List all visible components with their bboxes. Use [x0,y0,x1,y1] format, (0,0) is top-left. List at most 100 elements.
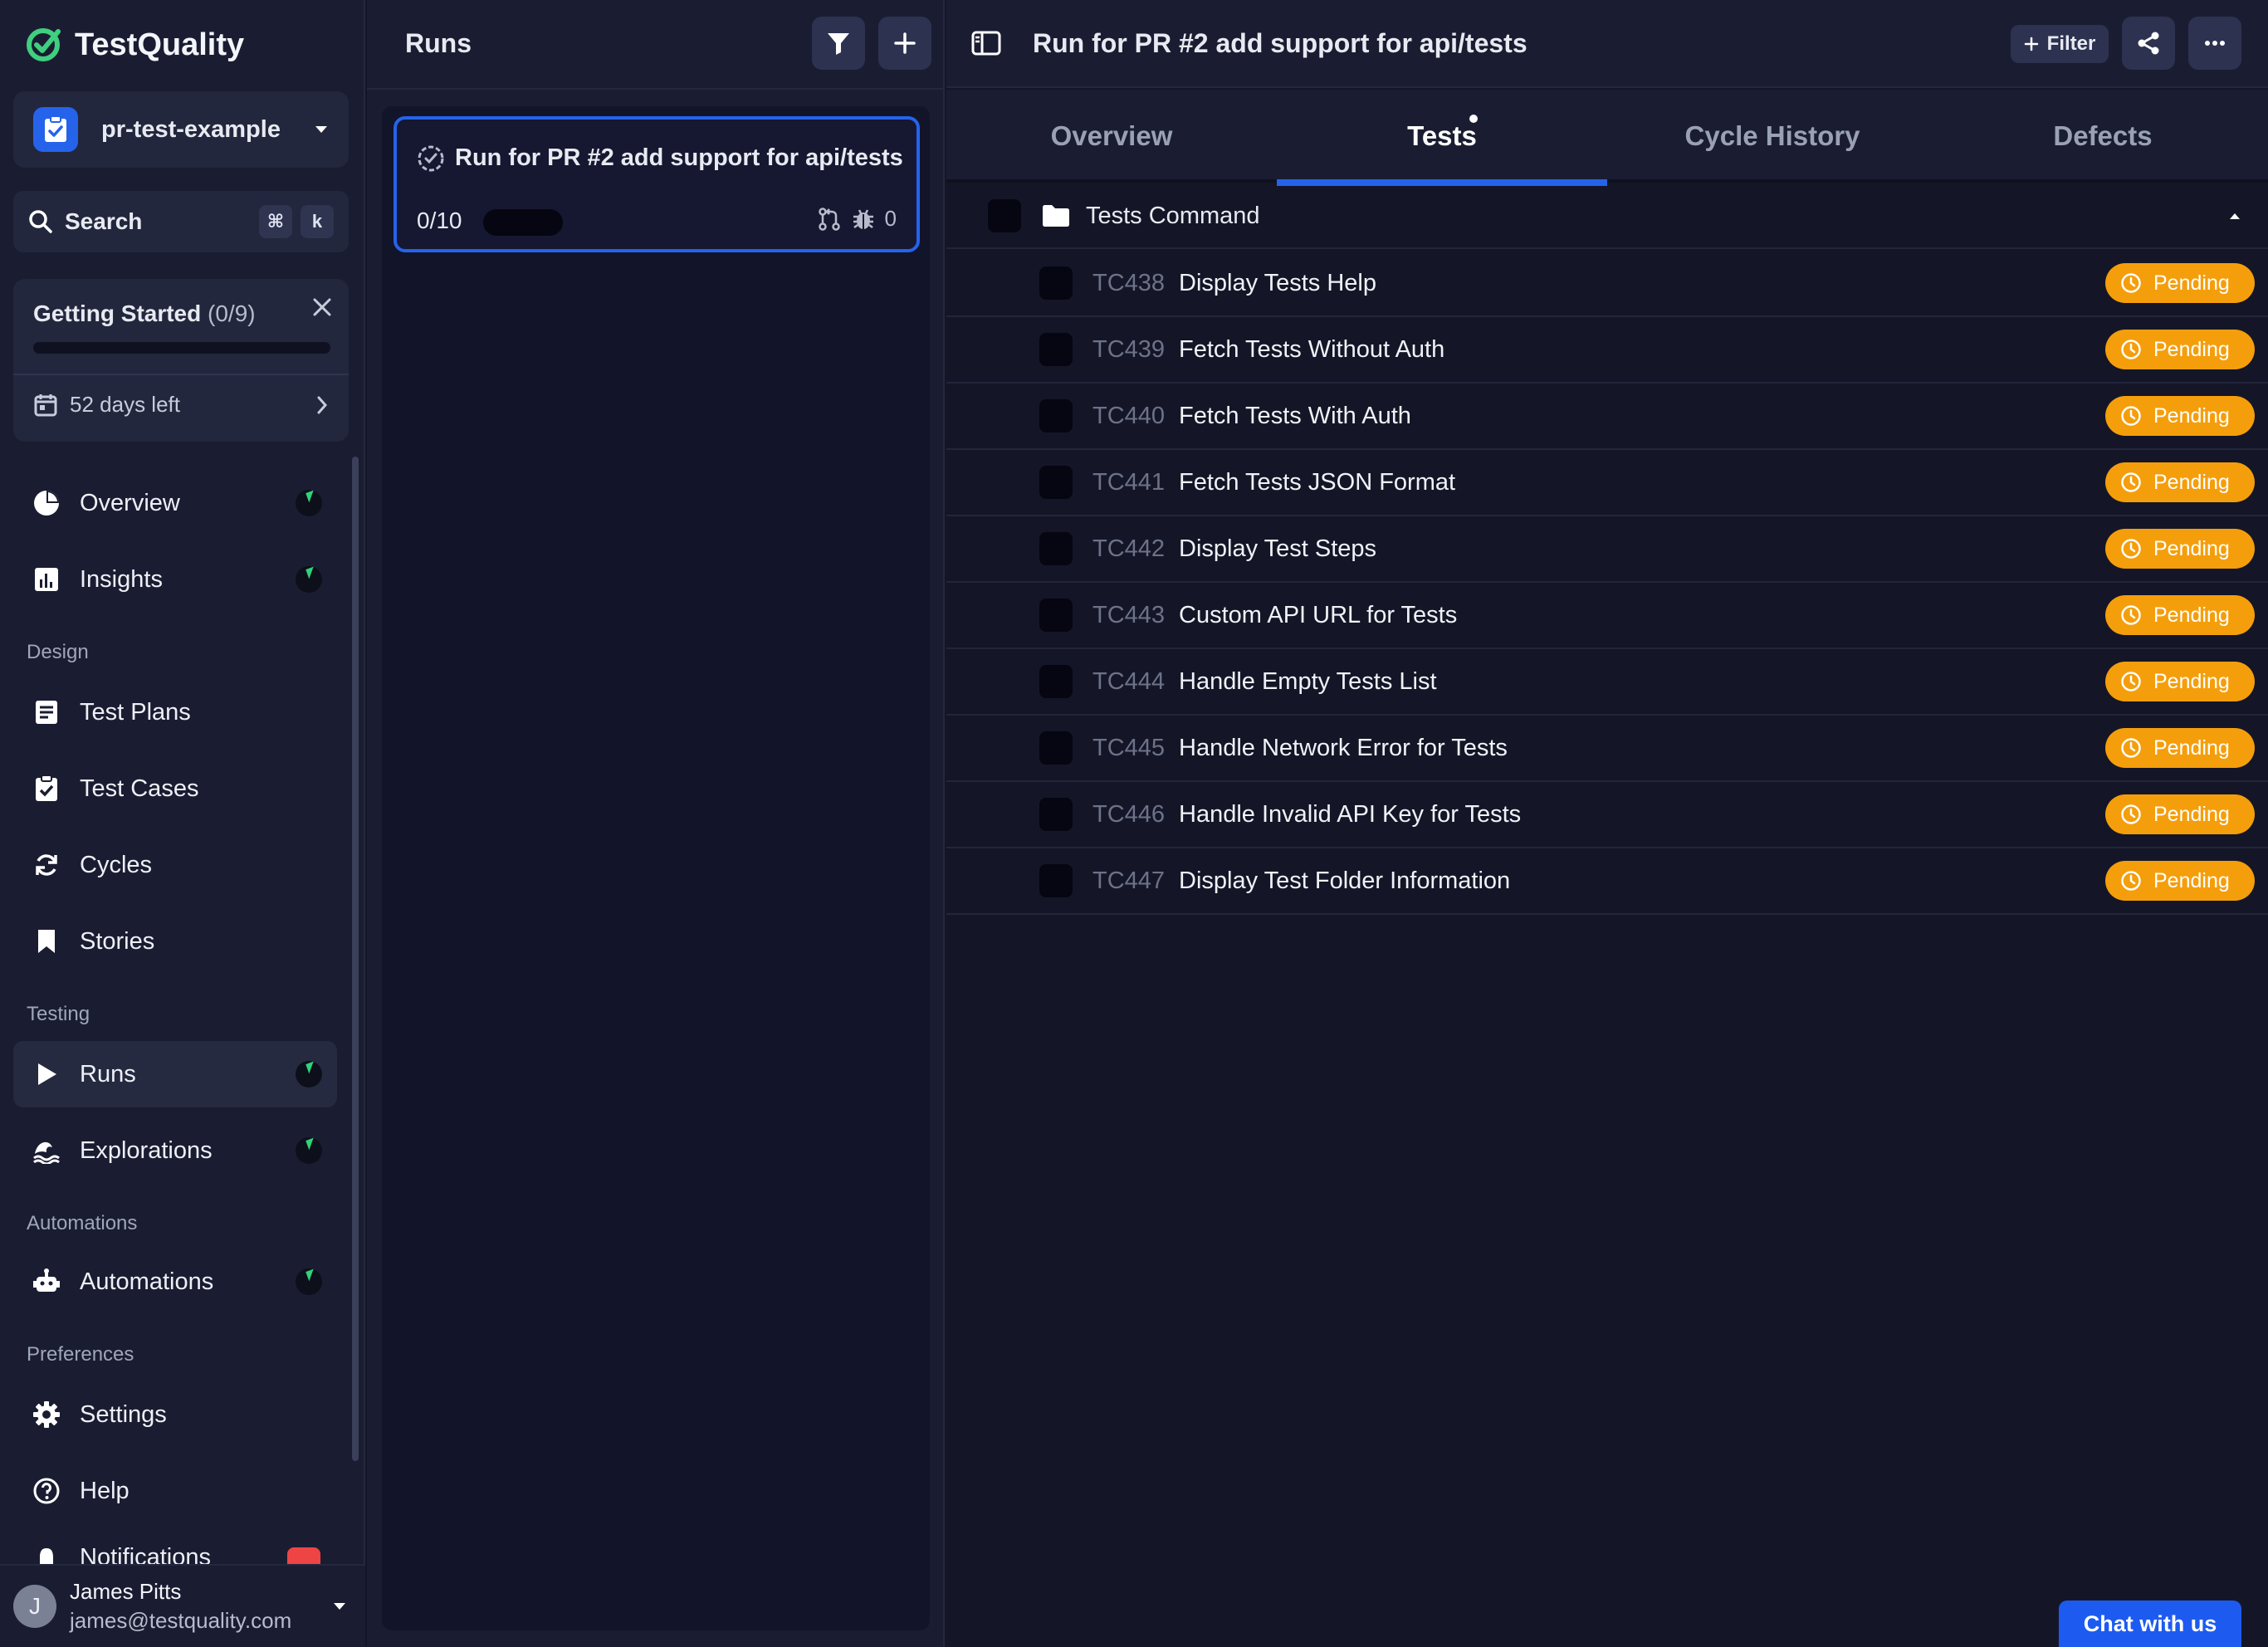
folder-row[interactable]: Tests Command [946,184,2268,249]
status-badge[interactable]: Pending [2105,861,2255,901]
status-badge[interactable]: Pending [2105,263,2255,303]
getting-started-card[interactable]: Getting Started (0/9) 52 days left [13,279,349,442]
run-meta: 0 [817,206,897,232]
table-row[interactable]: TC444 Handle Empty Tests List Pending [946,649,2268,716]
pie-chart-icon [32,488,61,518]
sidebar-item-insights[interactable]: Insights [13,546,337,613]
sidebar-toggle-icon[interactable] [971,30,1001,56]
sidebar-item-test-cases[interactable]: Test Cases [13,755,337,822]
shortcut-k-key: k [301,205,334,238]
test-checkbox[interactable] [1039,333,1073,366]
tab-cycle-history[interactable]: Cycle History [1607,90,1938,183]
app-logo[interactable]: TestQuality [25,25,244,65]
sidebar-item-test-plans[interactable]: Test Plans [13,679,337,745]
status-label: Pending [2153,868,2230,892]
share-button[interactable] [2122,17,2175,70]
test-checkbox[interactable] [1039,864,1073,897]
test-name: Handle Network Error for Tests [1179,734,1508,761]
clock-icon [2120,472,2142,493]
getting-started-progress-bar [33,342,330,354]
sidebar-item-help[interactable]: Help [13,1458,337,1524]
section-label-testing: Testing [27,1003,90,1025]
filter-button[interactable]: Filter [2011,25,2109,63]
test-checkbox[interactable] [1039,665,1073,698]
test-key: TC446 [1092,800,1166,828]
status-badge[interactable]: Pending [2105,794,2255,834]
test-checkbox[interactable] [1039,399,1073,433]
more-options-button[interactable] [2188,17,2241,70]
sidebar-item-label: Automations [80,1268,214,1295]
user-menu[interactable]: J James Pitts james@testquality.com [0,1564,365,1647]
section-label-preferences: Preferences [27,1343,134,1366]
sidebar-item-label: Runs [80,1060,136,1087]
status-badge[interactable]: Pending [2105,462,2255,502]
search-button[interactable]: Search ⌘ k [13,191,349,252]
tab-overview[interactable]: Overview [946,90,1277,183]
table-row[interactable]: TC442 Display Test Steps Pending [946,516,2268,583]
progress-badge [296,1137,322,1164]
days-left-row[interactable]: 52 days left [33,392,180,418]
test-checkbox[interactable] [1039,798,1073,831]
test-name: Display Test Folder Information [1179,867,1511,894]
status-badge[interactable]: Pending [2105,662,2255,701]
close-icon[interactable] [310,296,334,319]
add-run-button[interactable] [878,17,931,70]
sidebar-item-overview[interactable]: Overview [13,470,337,536]
divider [13,374,349,375]
table-row[interactable]: TC441 Fetch Tests JSON Format Pending [946,450,2268,516]
sidebar-item-explorations[interactable]: Explorations [13,1117,337,1184]
filter-runs-button[interactable] [812,17,865,70]
clock-icon [2120,339,2142,360]
caret-up-icon[interactable] [2228,212,2241,220]
plus-icon [2024,37,2039,51]
gear-icon [32,1400,61,1430]
sidebar-item-label: Overview [80,489,180,516]
status-badge[interactable]: Pending [2105,595,2255,635]
sidebar: TestQuality pr-test-example Search ⌘ k G… [0,0,365,1647]
folder-checkbox[interactable] [988,199,1021,232]
play-icon [32,1059,61,1089]
table-row[interactable]: TC447 Display Test Folder Information Pend… [946,848,2268,915]
chat-button[interactable]: Chat with us [2059,1601,2241,1647]
status-label: Pending [2153,736,2230,760]
clipboard-check-icon [33,107,78,152]
progress-badge [296,1268,322,1295]
filter-icon [826,31,851,56]
project-selector[interactable]: pr-test-example [13,91,349,168]
status-badge[interactable]: Pending [2105,396,2255,436]
runs-list: Run for PR #2 add support for api/tests … [382,106,930,1630]
run-card[interactable]: Run for PR #2 add support for api/tests … [393,116,920,252]
test-checkbox[interactable] [1039,599,1073,632]
test-checkbox[interactable] [1039,731,1073,765]
tab-defects[interactable]: Defects [1938,90,2268,183]
sidebar-item-settings[interactable]: Settings [13,1381,337,1448]
sidebar-item-stories[interactable]: Stories [13,908,337,975]
chevron-right-icon[interactable] [315,395,329,415]
table-row[interactable]: TC438 Display Tests Help Pending [946,251,2268,317]
user-email: james@testquality.com [70,1608,292,1633]
test-checkbox[interactable] [1039,532,1073,565]
status-badge[interactable]: Pending [2105,330,2255,369]
table-row[interactable]: TC439 Fetch Tests Without Auth Pending [946,317,2268,384]
sidebar-scrollbar[interactable] [352,457,359,1461]
sidebar-item-automations[interactable]: Automations [13,1249,337,1315]
progress-badge [296,1061,322,1087]
sidebar-item-runs[interactable]: Runs [13,1041,337,1107]
test-checkbox[interactable] [1039,266,1073,300]
test-checkbox[interactable] [1039,466,1073,499]
tab-tests[interactable]: Tests [1277,90,1607,186]
run-title: Run for PR #2 add support for api/tests [455,144,903,171]
sidebar-item-cycles[interactable]: Cycles [13,832,337,898]
runs-header: Runs [367,0,943,90]
status-badge[interactable]: Pending [2105,529,2255,569]
project-name: pr-test-example [101,115,281,143]
table-row[interactable]: TC445 Handle Network Error for Tests Pendi… [946,716,2268,782]
table-row[interactable]: TC443 Custom API URL for Tests Pending [946,583,2268,649]
table-row[interactable]: TC440 Fetch Tests With Auth Pending [946,384,2268,450]
app-name: TestQuality [75,27,245,62]
table-row[interactable]: TC446 Handle Invalid API Key for Tests Pen… [946,782,2268,848]
filter-label: Filter [2046,32,2096,55]
bell-icon [32,1544,61,1564]
bar-chart-icon [32,564,61,594]
status-badge[interactable]: Pending [2105,728,2255,768]
